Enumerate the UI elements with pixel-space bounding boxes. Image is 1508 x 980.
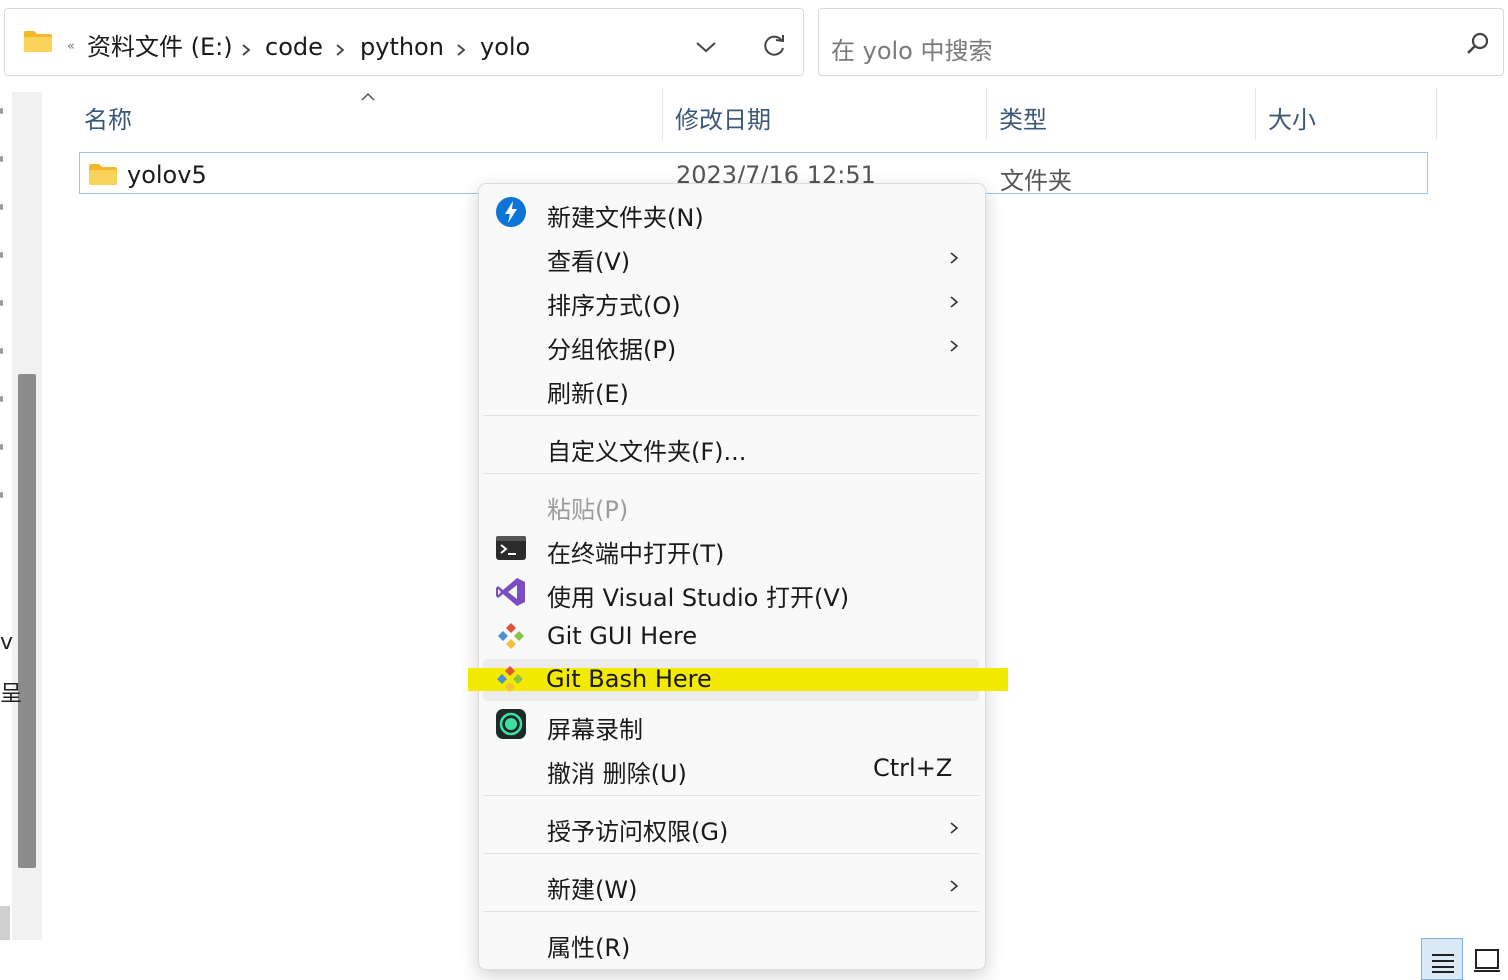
column-header-modified[interactable]: 修改日期 (675, 100, 771, 135)
menu-item-label: 在终端中打开(T) (547, 540, 725, 568)
git-bash-icon (494, 663, 526, 699)
menu-item-properties[interactable]: 属性(R) (483, 921, 979, 963)
git-gui-icon (495, 620, 527, 652)
terminal-icon (495, 532, 527, 564)
menu-item-group[interactable]: 分组依据(P) (483, 323, 979, 365)
chevron-down-icon[interactable] (695, 39, 717, 58)
menu-separator (483, 911, 979, 912)
menu-item-undo-delete[interactable]: 撤消 删除(U) Ctrl+Z (483, 747, 979, 789)
folder-icon (88, 162, 118, 190)
column-header-type[interactable]: 类型 (999, 100, 1047, 135)
menu-item-sort[interactable]: 排序方式(O) (483, 279, 979, 321)
nav-edge (0, 906, 10, 940)
nav-item-marker (0, 204, 3, 210)
search-icon[interactable] (1465, 31, 1491, 61)
chevron-right-icon[interactable] (335, 42, 345, 61)
large-icons-view-icon (1474, 948, 1500, 976)
menu-item-label: Git GUI Here (547, 622, 698, 650)
menu-item-git-gui[interactable]: Git GUI Here (483, 615, 979, 657)
breadcrumb-yolo[interactable]: yolo (480, 35, 530, 59)
menu-item-refresh[interactable]: 刷新(E) (483, 367, 979, 409)
menu-item-screen-record[interactable]: 屏幕录制 (483, 703, 979, 745)
menu-item-label: 粘贴(P) (547, 496, 629, 524)
chevron-right-icon (949, 338, 959, 357)
menu-item-label: 使用 Visual Studio 打开(V) (547, 584, 850, 612)
column-header-name[interactable]: 名称 (84, 100, 132, 135)
menu-item-label: 新建(W) (547, 876, 638, 904)
menu-item-view[interactable]: 查看(V) (483, 235, 979, 277)
file-type: 文件夹 (1000, 167, 1072, 195)
column-divider[interactable] (1436, 88, 1437, 140)
nav-label-fragment[interactable]: v (0, 630, 13, 655)
column-divider[interactable] (662, 88, 663, 140)
address-bar[interactable]: « 资料文件 (E:) code python yolo (4, 8, 804, 76)
chevron-right-icon[interactable] (456, 42, 466, 61)
search-input[interactable]: 在 yolo 中搜索 (831, 31, 993, 66)
menu-item-label: 新建文件夹(N) (547, 204, 704, 232)
refresh-icon[interactable] (761, 33, 787, 63)
file-name[interactable]: yolov5 (127, 161, 207, 189)
chevron-right-icon (949, 820, 959, 839)
nav-item-marker (0, 252, 3, 258)
menu-item-label: 自定义文件夹(F)... (547, 438, 747, 466)
chevron-right-icon (949, 294, 959, 313)
nav-item-marker (0, 300, 3, 306)
column-header-row: 名称 修改日期 类型 大小 (60, 88, 1450, 144)
nav-label-fragment[interactable]: 呈 (0, 676, 22, 708)
menu-item-label: 授予访问权限(G) (547, 818, 729, 846)
breadcrumb-drive[interactable]: 资料文件 (E:) (87, 35, 233, 59)
folder-icon (23, 29, 53, 57)
menu-separator (483, 795, 979, 796)
scrollbar-thumb[interactable] (18, 374, 36, 868)
menu-item-git-bash-content[interactable]: Git Bash Here (482, 658, 978, 700)
nav-item-marker (0, 492, 3, 498)
nav-item-marker (0, 396, 3, 402)
column-divider[interactable] (986, 88, 987, 140)
visual-studio-icon (495, 576, 527, 608)
menu-item-paste: 粘贴(P) (483, 483, 979, 525)
menu-item-new[interactable]: 新建(W) (483, 863, 979, 905)
column-divider[interactable] (1255, 88, 1256, 140)
chevron-right-icon (949, 250, 959, 269)
navigation-pane[interactable]: v 呈 (0, 88, 48, 940)
menu-separator (483, 473, 979, 474)
menu-item-label: 分组依据(P) (547, 336, 677, 364)
menu-item-open-terminal[interactable]: 在终端中打开(T) (483, 527, 979, 569)
menu-separator (483, 415, 979, 416)
nav-item-marker (0, 348, 3, 354)
menu-item-label: 撤消 删除(U) (547, 760, 687, 788)
menu-item-label: 屏幕录制 (547, 716, 643, 744)
search-box[interactable]: 在 yolo 中搜索 (818, 8, 1504, 76)
context-menu: 新建文件夹(N) 查看(V) 排序方式(O) 分组依据(P) 刷新(E) 自定义… (478, 183, 986, 970)
menu-separator (483, 853, 979, 854)
menu-item-label: 查看(V) (547, 248, 631, 276)
nav-item-marker (0, 156, 3, 162)
menu-item-open-visual-studio[interactable]: 使用 Visual Studio 打开(V) (483, 571, 979, 613)
menu-item-grant-access[interactable]: 授予访问权限(G) (483, 805, 979, 847)
nav-item-marker (0, 108, 3, 114)
menu-item-customize-folder[interactable]: 自定义文件夹(F)... (483, 425, 979, 467)
screen-record-icon (495, 708, 527, 740)
menu-item-new-folder[interactable]: 新建文件夹(N) (483, 191, 979, 233)
menu-item-label: 属性(R) (547, 934, 631, 962)
menu-item-label: 排序方式(O) (547, 292, 681, 320)
nav-item-marker (0, 444, 3, 450)
chevron-right-icon (949, 878, 959, 897)
menu-item-shortcut: Ctrl+Z (873, 754, 953, 782)
menu-item-label: 刷新(E) (547, 380, 629, 408)
breadcrumb-code[interactable]: code (265, 35, 323, 59)
preview-view-button[interactable] (1466, 938, 1508, 980)
chevron-right-icon[interactable] (241, 42, 251, 61)
details-view-button[interactable] (1421, 938, 1463, 980)
breadcrumb-python[interactable]: python (360, 35, 444, 59)
details-view-icon (1431, 951, 1455, 977)
lightning-icon (495, 196, 527, 228)
menu-item-label: Git Bash Here (546, 665, 712, 693)
breadcrumb-overflow-icon[interactable]: « (67, 40, 75, 53)
column-header-size[interactable]: 大小 (1268, 100, 1316, 135)
